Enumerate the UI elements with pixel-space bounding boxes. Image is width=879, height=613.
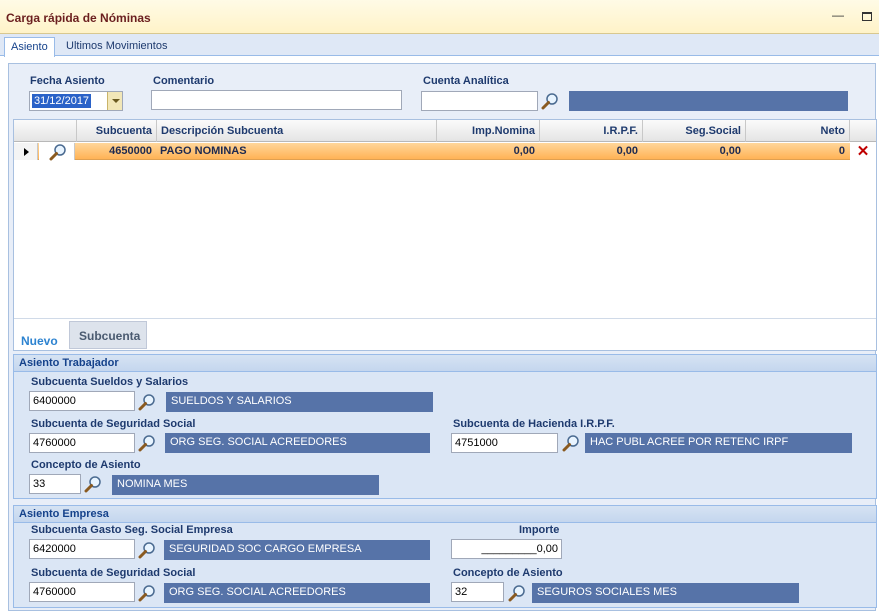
subcuenta-tab[interactable]: Subcuenta [69, 321, 147, 349]
comentario-input[interactable] [151, 90, 402, 110]
column-irpf[interactable]: I.R.P.F. [539, 120, 642, 142]
column-imp-nomina[interactable]: Imp.Nomina [436, 120, 539, 142]
chevron-down-icon[interactable] [107, 92, 122, 110]
row-indicator-icon [14, 143, 38, 160]
window-titlebar: Carga rápida de Nóminas — [0, 0, 879, 34]
cell-irpf[interactable]: 0,00 [539, 143, 642, 160]
column-neto[interactable]: Neto [745, 120, 849, 142]
sueldos-input[interactable]: 6400000 [29, 391, 135, 411]
fecha-asiento-label: Fecha Asiento [30, 75, 105, 87]
delete-row-icon[interactable]: ✕ [850, 143, 876, 160]
column-subcuenta[interactable]: Subcuenta [76, 120, 156, 142]
search-icon[interactable] [138, 541, 156, 559]
section-title: Asiento Empresa [14, 506, 876, 523]
search-icon[interactable] [138, 584, 156, 602]
tab-bar: Asiento Ultimos Movimientos [0, 34, 879, 57]
irpf-desc: HAC PUBL ACREE POR RETENC IRPF [585, 433, 852, 453]
comentario-label: Comentario [153, 75, 215, 87]
search-icon[interactable] [508, 584, 526, 602]
column-delete [849, 120, 876, 142]
maximize-icon[interactable] [862, 12, 872, 21]
cell-descripcion[interactable]: PAGO NOMINAS [156, 143, 436, 160]
search-icon[interactable] [562, 434, 580, 452]
search-icon[interactable] [138, 434, 156, 452]
ss-trabajador-input[interactable]: 4760000 [29, 433, 135, 453]
concepto-trabajador-desc: NOMINA MES [112, 475, 379, 495]
search-icon[interactable] [138, 393, 156, 411]
minimize-icon[interactable]: — [832, 8, 844, 22]
cuenta-analitica-label: Cuenta Analítica [423, 75, 509, 87]
cell-subcuenta[interactable]: 4650000 [76, 143, 156, 160]
asiento-grid: Subcuenta Descripción Subcuenta Imp.Nomi… [13, 119, 877, 351]
row-search-button[interactable] [39, 143, 75, 161]
grid-footer: Nuevo Subcuenta [14, 318, 876, 350]
cell-neto[interactable]: 0 [745, 143, 849, 160]
irpf-input[interactable]: 4751000 [451, 433, 558, 453]
importe-label: Importe [519, 524, 560, 536]
cell-seg-social[interactable]: 0,00 [642, 143, 745, 160]
ss-empresa-label: Subcuenta de Seguridad Social [31, 567, 196, 579]
concepto-trabajador-label: Concepto de Asiento [31, 459, 141, 471]
sueldos-desc: SUELDOS Y SALARIOS [166, 392, 433, 412]
column-seg-social[interactable]: Seg.Social [642, 120, 745, 142]
window-title: Carga rápida de Nóminas [6, 11, 151, 25]
importe-input[interactable]: _________0,00 [451, 539, 562, 559]
search-icon[interactable] [49, 143, 67, 161]
sueldos-label: Subcuenta Sueldos y Salarios [31, 376, 189, 388]
grid-header: Subcuenta Descripción Subcuenta Imp.Nomi… [14, 120, 876, 142]
concepto-trabajador-input[interactable]: 33 [29, 474, 81, 494]
tab-ultimos-movimientos[interactable]: Ultimos Movimientos [60, 37, 173, 56]
concepto-empresa-input[interactable]: 32 [451, 582, 504, 602]
nuevo-button[interactable]: Nuevo [21, 334, 58, 348]
gasto-ss-input[interactable]: 6420000 [29, 539, 135, 559]
fecha-asiento-value: 31/12/2017 [32, 94, 92, 108]
gasto-ss-desc: SEGURIDAD SOC CARGO EMPRESA [164, 540, 430, 560]
column-descripcion[interactable]: Descripción Subcuenta [156, 120, 436, 142]
search-icon[interactable] [84, 475, 102, 493]
cell-imp-nomina[interactable]: 0,00 [436, 143, 539, 160]
table-row[interactable]: 4650000 PAGO NOMINAS 0,00 0,00 0,00 0 [14, 143, 876, 160]
fecha-asiento-field[interactable]: 31/12/2017 [29, 91, 123, 111]
cuenta-analitica-input[interactable] [421, 91, 538, 111]
tab-asiento[interactable]: Asiento [4, 37, 55, 57]
ss-empresa-input[interactable]: 4760000 [29, 582, 135, 602]
ss-trabajador-label: Subcuenta de Seguridad Social [31, 418, 196, 430]
search-icon[interactable] [541, 92, 559, 110]
ss-trabajador-desc: ORG SEG. SOCIAL ACREEDORES [165, 433, 430, 453]
concepto-empresa-desc: SEGUROS SOCIALES MES [532, 583, 799, 603]
section-title: Asiento Trabajador [14, 355, 876, 372]
irpf-label: Subcuenta de Hacienda I.R.P.F. [453, 418, 615, 430]
cuenta-analitica-desc [569, 91, 848, 111]
grid-header-blank [14, 120, 76, 142]
gasto-ss-label: Subcuenta Gasto Seg. Social Empresa [31, 524, 233, 536]
concepto-empresa-label: Concepto de Asiento [453, 567, 563, 579]
ss-empresa-desc: ORG SEG. SOCIAL ACREEDORES [164, 583, 430, 603]
